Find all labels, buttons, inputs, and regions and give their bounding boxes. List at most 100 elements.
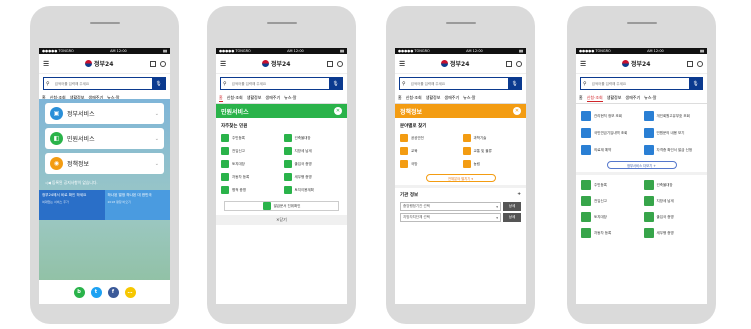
policy-grid: 공공안전 과학기술 교육 교통 및 물류 국방 농림 (395, 131, 526, 171)
grid-item[interactable]: 토지대장 (581, 211, 640, 223)
grid-item[interactable]: 병적 증명 (221, 185, 280, 195)
plus-icon[interactable]: + (517, 192, 521, 198)
tab-apply[interactable]: 신청·조회 (227, 95, 243, 101)
user-icon[interactable] (516, 60, 522, 67)
banner-title: 하나된 열정 하나된 대 한민국 (107, 193, 152, 197)
mic-button[interactable]: 🎙 (152, 78, 165, 89)
agriculture-icon (462, 160, 471, 168)
grid-item[interactable]: 출입국 증명 (643, 211, 703, 223)
central-agency-select[interactable]: 중앙행정기관 선택 ▾ (400, 202, 501, 211)
search-input[interactable] (228, 78, 329, 89)
grid-item[interactable]: 세무행 증명 (643, 227, 703, 239)
tab-lifecycle[interactable]: 생애주기 (265, 95, 280, 101)
grid-item[interactable]: 과학기술 (462, 133, 522, 143)
qr-icon[interactable] (687, 60, 693, 67)
item-label: 병적 증명 (232, 187, 246, 192)
tab-home[interactable]: 홈 (219, 95, 223, 102)
kakao-icon[interactable]: … (124, 286, 136, 298)
grid-item[interactable]: 국방 (400, 159, 459, 169)
close-icon[interactable]: ✕ (334, 107, 342, 115)
grid-item[interactable]: 출입국 증명 (283, 159, 343, 169)
grid-item[interactable]: 의료재 예약 (581, 144, 640, 156)
carrier-text: ●●●●● TONGRO (42, 49, 74, 53)
tab-life[interactable]: 생활정보 (426, 95, 441, 101)
banner-right[interactable]: 하나된 열정 하나된 대 한민국 2018 평창 바오기 (104, 190, 170, 220)
user-icon[interactable] (697, 60, 703, 67)
hamburger-icon[interactable]: ☰ (220, 60, 230, 68)
tab-life[interactable]: 생활정보 (247, 95, 262, 101)
mic-button[interactable]: 🎙 (689, 78, 702, 89)
detail-button[interactable]: 상세 (503, 213, 521, 222)
policy-info-button[interactable]: ◉ 정책정보 ⌄ (45, 153, 164, 174)
qr-icon[interactable] (327, 60, 333, 67)
hamburger-icon[interactable]: ☰ (580, 60, 590, 68)
grid-item[interactable]: 건축물대장 (643, 179, 703, 191)
grid-item[interactable]: 주민등록 (221, 133, 280, 143)
grid-item[interactable]: 세무행 증명 (283, 172, 343, 182)
search-input[interactable] (407, 78, 508, 89)
grid-item[interactable]: 자격증 확인서 발급 신청 (643, 144, 703, 156)
qr-icon[interactable] (506, 60, 512, 67)
notice-text[interactable]: ◁◀ 등록된 공지사항이 없습니다. (45, 180, 164, 186)
grid-item[interactable]: 지방세 납세 (283, 146, 343, 156)
logo[interactable]: 정부24 (441, 59, 469, 68)
expand-all-button[interactable]: 전체분야 펼치기 ▾ (425, 174, 496, 182)
grid-item[interactable]: 자동차 등록 (581, 227, 640, 239)
logo[interactable]: 정부24 (85, 59, 113, 68)
tab-lifecycle[interactable]: 생애주기 (625, 95, 640, 101)
user-icon[interactable] (160, 60, 166, 67)
tab-home[interactable]: 홈 (398, 95, 402, 101)
hamburger-icon[interactable]: ☰ (43, 60, 53, 68)
search-input[interactable] (51, 78, 152, 89)
tab-news[interactable]: 뉴스·알 (284, 95, 296, 101)
logo[interactable]: 정부24 (262, 59, 290, 68)
close-button[interactable]: ✕닫기 (216, 215, 347, 225)
grid-item[interactable]: 전입신고 (581, 195, 640, 207)
item-label: 과학기술 (473, 135, 487, 140)
grid-item[interactable]: 전입신고 (221, 146, 280, 156)
grid-item[interactable]: 토지이용계획 (283, 185, 343, 195)
detail-button[interactable]: 상세 (503, 202, 521, 211)
tab-lifecycle[interactable]: 생애주기 (444, 95, 459, 101)
grid-item[interactable]: 민원문의 내용 보기 (643, 127, 703, 139)
tab-news[interactable]: 뉴스·알 (644, 95, 656, 101)
mic-button[interactable]: 🎙 (508, 78, 521, 89)
local-gov-select[interactable]: 지방자치단체 선택 ▾ (400, 213, 501, 222)
grid-item[interactable]: 관리현직 정보 조회 (581, 110, 640, 122)
grid-item[interactable]: 국민연금기입내역 조회 (581, 127, 640, 139)
tab-apply[interactable]: 신청·조회 (406, 95, 422, 101)
search-input[interactable] (588, 78, 689, 89)
grid-item[interactable]: 공공안전 (400, 133, 459, 143)
hamburger-icon[interactable]: ☰ (399, 60, 409, 68)
twitter-icon[interactable]: t (90, 286, 102, 298)
tab-apply[interactable]: 신청·조회 (586, 95, 603, 102)
grid-item[interactable]: 교통 및 물류 (462, 146, 522, 156)
tab-life[interactable]: 생활정보 (607, 95, 622, 101)
tab-news[interactable]: 뉴스·알 (463, 95, 475, 101)
banner-left[interactable]: 정부24에서 비로 확인 하세요 여대없는 서비스 주가 (39, 190, 105, 220)
tab-home[interactable]: 홈 (579, 95, 583, 101)
logo[interactable]: 정부24 (622, 59, 650, 68)
inquiry-icon (643, 128, 654, 138)
verify-document-button[interactable]: 발급문서 진위확인 (224, 201, 339, 211)
grid-item[interactable]: 지방세 납세 (643, 195, 703, 207)
menu-label: 정책정보 (67, 161, 90, 168)
mic-button[interactable]: 🎙 (329, 78, 342, 89)
close-icon[interactable]: ✕ (513, 107, 521, 115)
civil-service-button[interactable]: ◧ 민원서비스 ⌄ (45, 128, 164, 149)
qr-icon[interactable] (150, 60, 156, 67)
more-services-button[interactable]: 정부서비스 더보기 + (606, 161, 677, 169)
grid-item[interactable]: 건축물대장 (283, 133, 343, 143)
grid-item[interactable]: 주민등록 (581, 179, 640, 191)
grid-item[interactable]: 개인회원고유부호 조회 (643, 110, 703, 122)
grid-item[interactable]: 농림 (462, 159, 522, 169)
education-icon (400, 147, 408, 155)
gov-service-button[interactable]: ▣ 정부서비스 ⌄ (45, 103, 164, 124)
banner-row: 정부24에서 비로 확인 하세요 여대없는 서비스 주가 하나된 열정 하나된 대… (39, 190, 170, 220)
grid-item[interactable]: 자동차 등록 (221, 172, 280, 182)
grid-item[interactable]: 토지대장 (221, 159, 280, 169)
blog-icon[interactable]: b (73, 286, 85, 298)
user-icon[interactable] (337, 60, 343, 67)
facebook-icon[interactable]: f (107, 286, 119, 298)
grid-item[interactable]: 교육 (400, 146, 459, 156)
